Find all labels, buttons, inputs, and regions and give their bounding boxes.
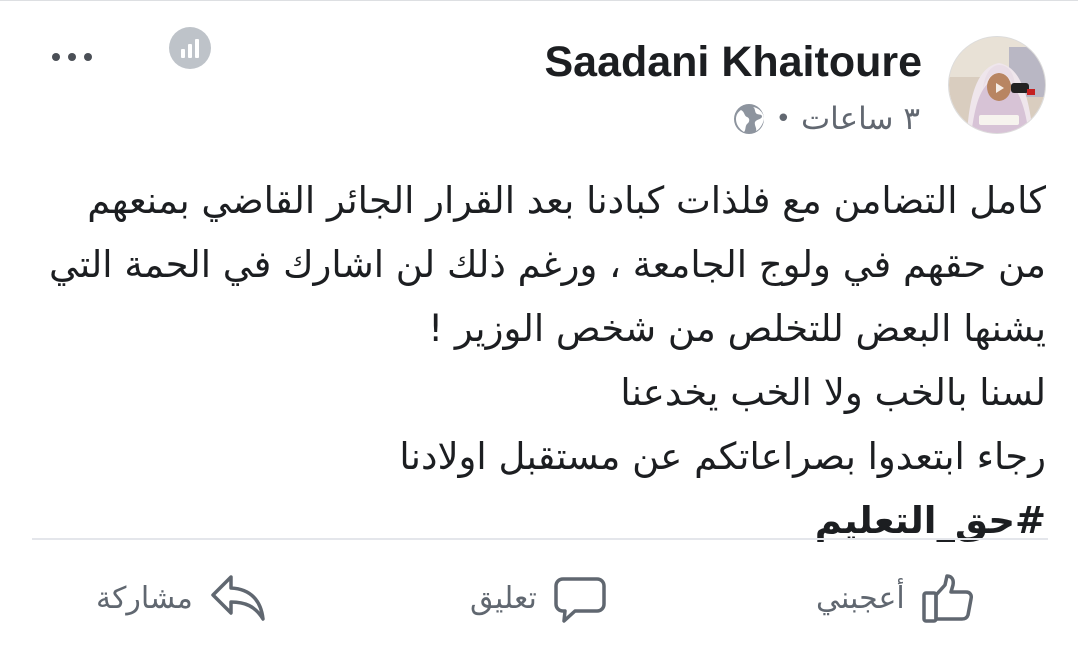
like-button[interactable]: أعجبني xyxy=(816,566,975,630)
share-button[interactable]: مشاركة xyxy=(96,566,267,630)
post-text: كامل التضامن مع فلذات كبادنا بعد القرار … xyxy=(30,169,1046,553)
divider xyxy=(32,538,1048,540)
like-label: أعجبني xyxy=(816,580,905,616)
share-label: مشاركة xyxy=(96,580,193,616)
timestamp[interactable]: ٣ ساعات xyxy=(801,101,920,137)
meta-separator: • xyxy=(775,104,791,134)
avatar[interactable] xyxy=(948,36,1046,134)
more-options-icon[interactable] xyxy=(48,39,96,75)
post-text-line: رجاء ابتعدوا بصراعاتكم عن مستقبل اولادنا xyxy=(399,435,1046,478)
hashtag-link[interactable]: #حق_التعليم xyxy=(30,489,1046,553)
comment-icon xyxy=(553,571,607,625)
post-text-line: من حقهم في ولوج الجامعة ، ورغم ذلك لن اش… xyxy=(49,243,1046,286)
post-text-line: كامل التضامن مع فلذات كبادنا بعد القرار … xyxy=(87,179,1046,222)
post-meta: ٣ ساعات • xyxy=(732,97,920,141)
comment-label: تعليق xyxy=(470,580,537,616)
share-arrow-icon xyxy=(209,571,267,625)
insights-icon[interactable] xyxy=(168,26,212,70)
post-card: Saadani Khaitoure ٣ ساعات • كامل التضامن… xyxy=(0,0,1078,652)
globe-icon[interactable] xyxy=(732,102,766,136)
thumbs-up-icon xyxy=(921,571,975,625)
post-text-line: لسنا بالخب ولا الخب يخدعنا xyxy=(620,371,1046,414)
author-name[interactable]: Saadani Khaitoure xyxy=(544,35,922,89)
comment-button[interactable]: تعليق xyxy=(470,566,607,630)
post-text-line: يشنها البعض للتخلص من شخص الوزير ! xyxy=(428,307,1046,350)
